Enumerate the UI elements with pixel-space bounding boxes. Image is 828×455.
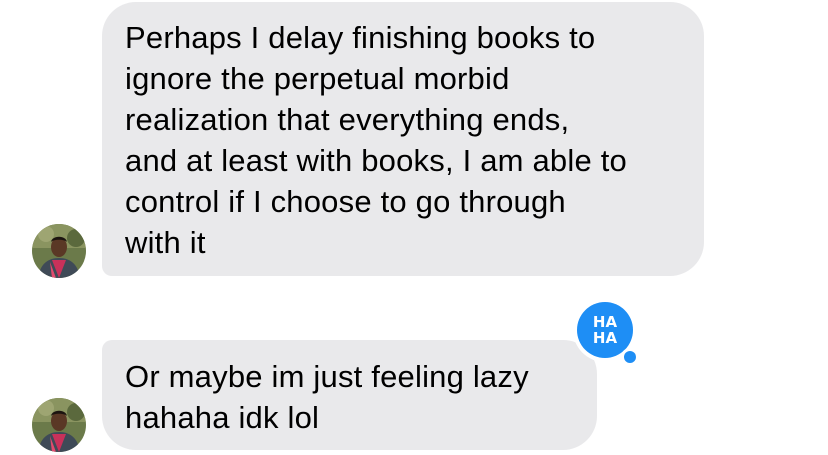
- avatar[interactable]: [32, 224, 86, 278]
- message-text-line: Perhaps I delay finishing books to: [125, 20, 596, 55]
- haha-reaction-badge: HA HA: [573, 298, 639, 366]
- message-bubble[interactable]: Or maybe im just feeling lazy hahaha idk…: [102, 340, 597, 450]
- avatar-photo: [32, 224, 86, 278]
- avatar-photo: [32, 398, 86, 452]
- message-text-line: hahaha idk lol: [125, 400, 320, 435]
- message-text-line: realization that everything ends,: [125, 102, 570, 137]
- message-text-line: control if I choose to go through: [125, 184, 566, 219]
- message-text-line: Or maybe im just feeling lazy: [125, 359, 529, 394]
- message-text-line: ignore the perpetual morbid: [125, 61, 510, 96]
- haha-reaction-icon[interactable]: HA HA: [572, 298, 646, 372]
- message-bubble[interactable]: Perhaps I delay finishing books to ignor…: [102, 2, 704, 276]
- avatar[interactable]: [32, 398, 86, 452]
- message-text-line: and at least with books, I am able to: [125, 143, 627, 178]
- message-text-line: with it: [125, 225, 206, 260]
- reaction-dot: [624, 351, 636, 363]
- reaction-text-line: HA: [593, 329, 618, 347]
